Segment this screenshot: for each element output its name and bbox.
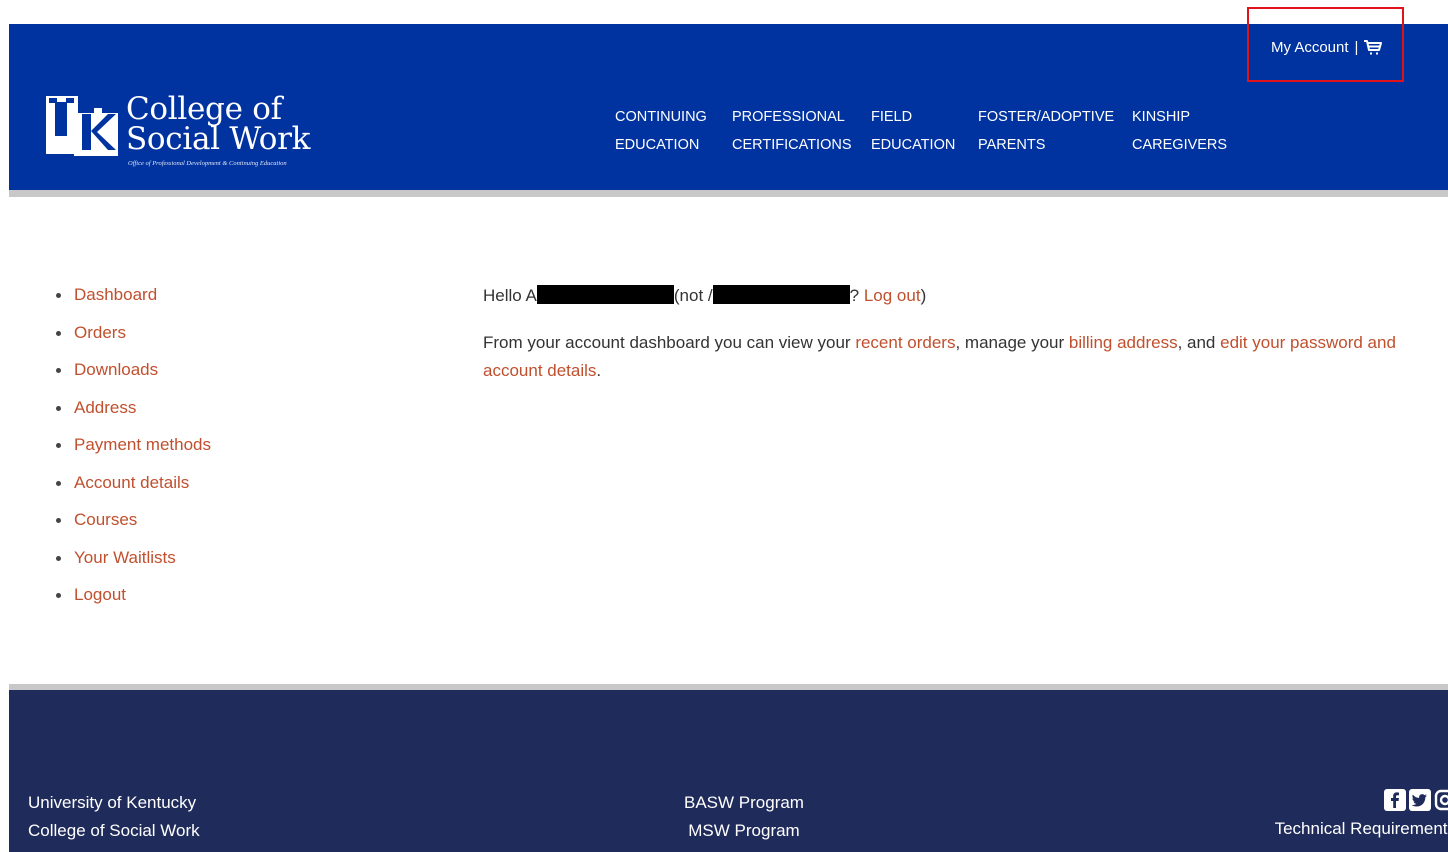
footer-college: College of Social Work: [28, 821, 200, 840]
intro-text: From your account dashboard you can view…: [483, 333, 856, 352]
nav-field-education[interactable]: FIELD EDUCATION: [871, 103, 955, 159]
account-nav-courses[interactable]: Courses: [74, 510, 137, 529]
nav-label-line2: CERTIFICATIONS: [732, 137, 852, 153]
account-navigation: Dashboard Orders Downloads Address Payme…: [56, 282, 211, 620]
nav-professional-certifications[interactable]: PROFESSIONAL CERTIFICATIONS: [732, 103, 852, 159]
greeting-question: ?: [849, 286, 860, 305]
logo-title-line2: Social Work: [126, 121, 311, 157]
greeting-logout-link[interactable]: Log out: [864, 286, 921, 305]
cart-icon[interactable]: [1363, 38, 1383, 56]
nav-label-line1: FOSTER/ADOPTIVE: [978, 109, 1115, 125]
nav-label-line2: CAREGIVERS: [1132, 137, 1228, 153]
account-nav-address[interactable]: Address: [74, 398, 136, 417]
intro-text: , manage your: [955, 333, 1069, 352]
account-nav-item: Logout: [56, 582, 211, 620]
instagram-icon[interactable]: [1434, 789, 1448, 811]
dashboard-greeting: Hello A (not /? Log out): [483, 284, 926, 308]
billing-address-link[interactable]: billing address: [1069, 333, 1178, 352]
nav-label-line1: FIELD: [871, 109, 913, 125]
header-divider: [9, 190, 1448, 197]
redacted-username: [712, 285, 850, 304]
account-nav-item: Address: [56, 395, 211, 433]
footer-links: Technical Requirements: [1275, 789, 1448, 843]
account-nav-item: Downloads: [56, 357, 211, 395]
account-nav-dashboard[interactable]: Dashboard: [74, 285, 157, 304]
nav-label-line1: KINSHIP: [1132, 109, 1191, 125]
intro-text: .: [596, 361, 602, 380]
account-nav-item: Account details: [56, 470, 211, 508]
logo-subtitle: Office of Professional Development & Con…: [128, 160, 287, 167]
account-nav-downloads[interactable]: Downloads: [74, 360, 158, 379]
footer-msw-link[interactable]: MSW Program: [688, 821, 799, 840]
account-nav-waitlists[interactable]: Your Waitlists: [74, 548, 176, 567]
site-footer: University of Kentucky College of Social…: [9, 690, 1448, 852]
footer-programs: BASW Program MSW Program: [669, 789, 819, 845]
nav-foster-adoptive-parents[interactable]: FOSTER/ADOPTIVE PARENTS: [978, 103, 1114, 159]
twitter-icon[interactable]: [1409, 789, 1431, 811]
nav-label-line1: CONTINUING: [615, 109, 707, 125]
nav-continuing-education[interactable]: CONTINUING EDUCATION: [615, 103, 707, 159]
account-nav-item: Courses: [56, 507, 211, 545]
technical-requirements-link[interactable]: Technical Requirements: [1275, 819, 1448, 838]
recent-orders-link[interactable]: recent orders: [855, 333, 955, 352]
account-nav-payment-methods[interactable]: Payment methods: [74, 435, 211, 454]
logo-title-line1: College of: [126, 91, 282, 127]
social-icons: [1275, 789, 1448, 811]
nav-label-line2: EDUCATION: [871, 137, 956, 153]
greeting-not: (not /: [673, 286, 713, 305]
greeting-close-paren: ): [920, 286, 927, 305]
account-nav-orders[interactable]: Orders: [74, 323, 126, 342]
dashboard-intro: From your account dashboard you can view…: [483, 329, 1403, 385]
my-account-label[interactable]: My Account: [1271, 39, 1349, 56]
account-nav-account-details[interactable]: Account details: [74, 473, 189, 492]
nav-label-line2: EDUCATION: [615, 137, 700, 153]
greeting-hello: Hello A: [483, 286, 537, 305]
facebook-icon[interactable]: [1384, 789, 1406, 811]
account-separator: |: [1354, 38, 1359, 56]
uk-logo-icon: [46, 96, 118, 156]
my-account-link[interactable]: My Account |: [1271, 38, 1383, 56]
footer-address: University of Kentucky College of Social…: [28, 789, 200, 845]
account-nav-item: Your Waitlists: [56, 545, 211, 583]
account-nav-logout[interactable]: Logout: [74, 585, 126, 604]
nav-label-line1: PROFESSIONAL: [732, 109, 845, 125]
account-nav-item: Payment methods: [56, 432, 211, 470]
account-nav-item: Orders: [56, 320, 211, 358]
site-logo[interactable]: College of Social Work Office of Profess…: [44, 94, 310, 167]
footer-university: University of Kentucky: [28, 793, 197, 812]
nav-label-line2: PARENTS: [978, 137, 1046, 153]
footer-basw-link[interactable]: BASW Program: [684, 793, 804, 812]
intro-text: , and: [1177, 333, 1221, 352]
redacted-username: [536, 285, 674, 304]
account-nav-item: Dashboard: [56, 282, 211, 320]
nav-kinship-caregivers[interactable]: KINSHIP CAREGIVERS: [1132, 103, 1227, 159]
